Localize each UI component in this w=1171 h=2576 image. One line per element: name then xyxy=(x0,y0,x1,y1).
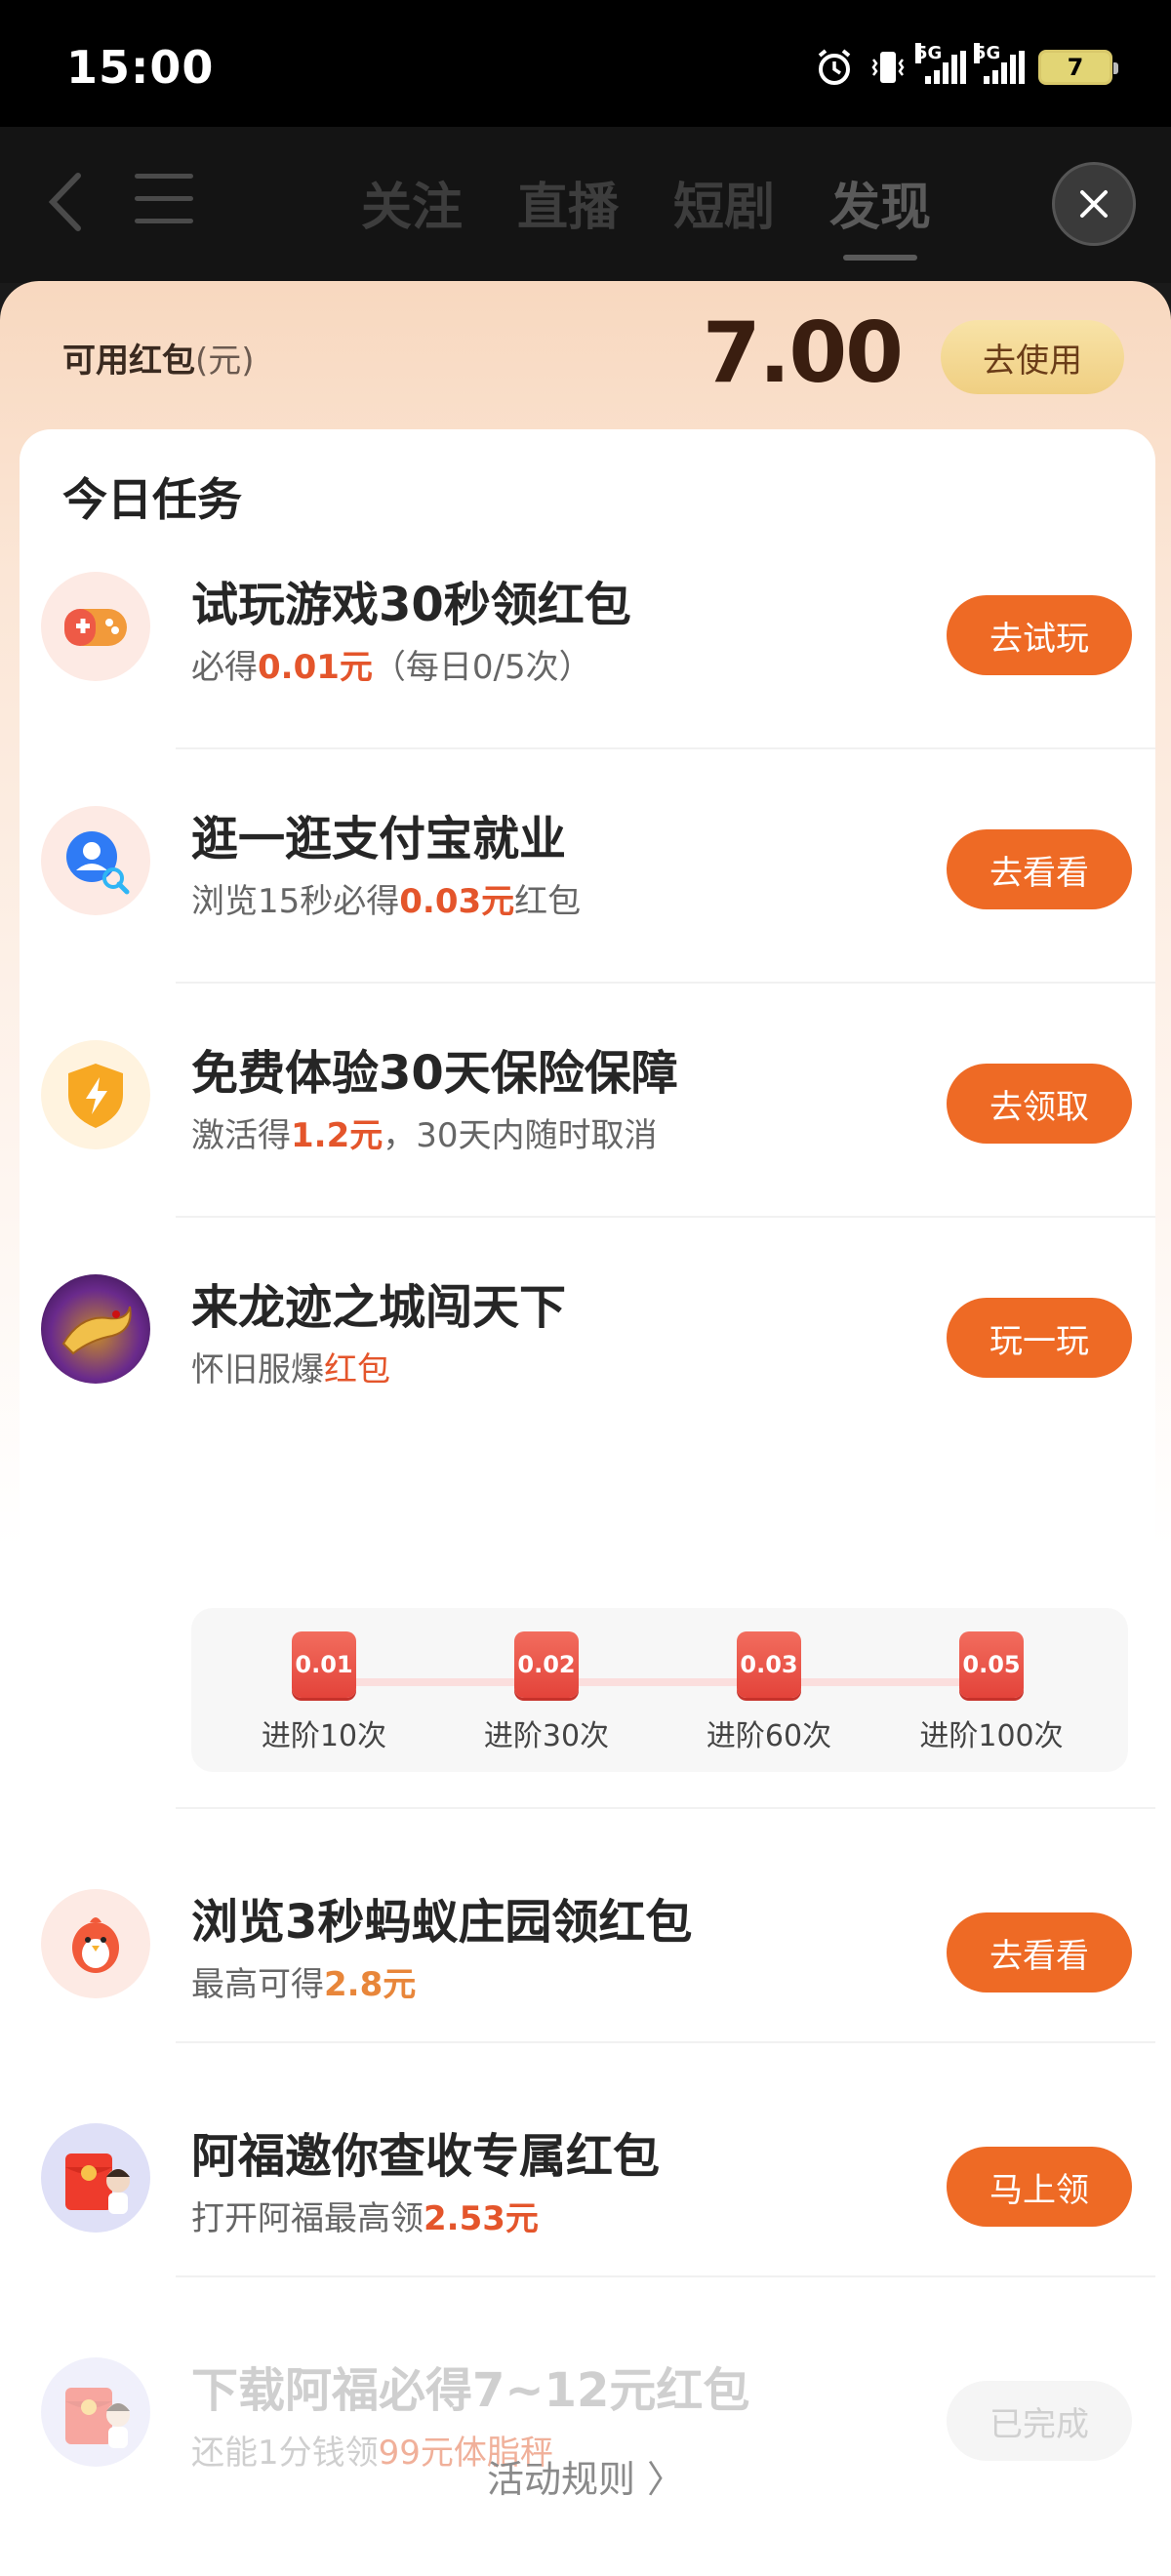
battery-icon: 7 xyxy=(1038,50,1118,85)
task-title: 来龙迹之城闯天下 xyxy=(191,1280,567,1335)
play-button[interactable]: 玩一玩 xyxy=(947,1298,1132,1378)
tab-follow[interactable]: 关注 xyxy=(361,166,463,239)
task-item: 阿福邀你查收专属红包 打开阿福最高领2.53元 马上领 xyxy=(20,1873,1155,2238)
task-desc: 必得0.01元（每日0/5次） xyxy=(191,648,592,687)
game-dragon-icon xyxy=(41,1274,150,1384)
use-button[interactable]: 去使用 xyxy=(941,320,1124,394)
status-icons: 5G 5G 7 xyxy=(814,43,1118,88)
divider xyxy=(176,747,1155,749)
task-desc: 激活得1.2元，30天内随时取消 xyxy=(191,1116,658,1155)
task-title: 下载阿福必得7~12元红包 xyxy=(191,2363,750,2418)
menu-icon[interactable] xyxy=(135,174,193,232)
task-item: 免费体验30天保险保障 激活得1.2元，30天内随时取消 去领取 xyxy=(20,986,1155,1220)
signal-5g-icon-2: 5G xyxy=(974,43,1025,84)
chevron-right-icon: 〉 xyxy=(647,2458,685,2501)
claim-button[interactable]: 去领取 xyxy=(947,1064,1132,1144)
signal-5g-icon: 5G xyxy=(915,43,966,84)
status-bar: 15:00 5G 5G 7 xyxy=(0,0,1171,127)
tab-discover[interactable]: 发现 xyxy=(829,166,931,261)
task-title: 免费体验30天保险保障 xyxy=(191,1046,678,1101)
shield-icon xyxy=(41,1040,150,1149)
task-item: 下载阿福必得7~12元红包 还能1分钱领99元体脂秤 已完成 xyxy=(20,2108,1155,2473)
status-time: 15:00 xyxy=(66,41,215,94)
tab-live[interactable]: 直播 xyxy=(517,166,619,239)
task-item: 试玩游戏30秒领红包 必得0.01元（每日0/5次） 去试玩 xyxy=(20,517,1155,751)
task-desc: 浏览15秒必得0.03元红包 xyxy=(191,882,582,921)
task-item: 来龙迹之城闯天下 怀旧服爆红包 玩一玩 xyxy=(20,1220,1155,1454)
job-search-icon xyxy=(41,806,150,915)
alarm-icon xyxy=(814,47,855,88)
back-icon[interactable] xyxy=(41,168,90,236)
red-packet-sheet: 可用红包(元) 7.00 去使用 今日任务 试玩游戏30秒领红包 必得0.01元… xyxy=(0,281,1171,2576)
task-card: 今日任务 试玩游戏30秒领红包 必得0.01元（每日0/5次） 去试玩 逛一逛支… xyxy=(20,429,1155,2576)
task-item: 浏览3秒蚂蚁庄园领红包 最高可得2.8元 去看看 xyxy=(20,1639,1155,2004)
vibrate-icon xyxy=(868,48,908,87)
balance-label: 可用红包(元) xyxy=(62,342,255,381)
gamepad-icon xyxy=(41,572,150,681)
task-title: 逛一逛支付宝就业 xyxy=(191,812,567,866)
nav-tabs: 关注 直播 短剧 发现 xyxy=(361,166,931,261)
top-nav: 关注 直播 短剧 发现 xyxy=(0,127,1171,283)
close-icon xyxy=(1080,190,1108,218)
balance-amount: 7.00 xyxy=(702,304,904,402)
balance-row: 可用红包(元) 7.00 去使用 xyxy=(0,281,1171,427)
view-button[interactable]: 去看看 xyxy=(947,829,1132,909)
battery-level: 7 xyxy=(1067,54,1084,81)
tab-short-drama[interactable]: 短剧 xyxy=(673,166,775,239)
task-title: 试玩游戏30秒领红包 xyxy=(191,578,631,632)
divider xyxy=(176,982,1155,984)
divider xyxy=(176,1216,1155,1218)
task-desc: 怀旧服爆红包 xyxy=(191,1350,390,1389)
close-button[interactable] xyxy=(1052,162,1136,246)
task-item: 逛一逛支付宝就业 浏览15秒必得0.03元红包 去看看 xyxy=(20,751,1155,986)
try-game-button[interactable]: 去试玩 xyxy=(947,595,1132,675)
rules-link[interactable]: 活动规则 〉 xyxy=(0,2449,1171,2503)
